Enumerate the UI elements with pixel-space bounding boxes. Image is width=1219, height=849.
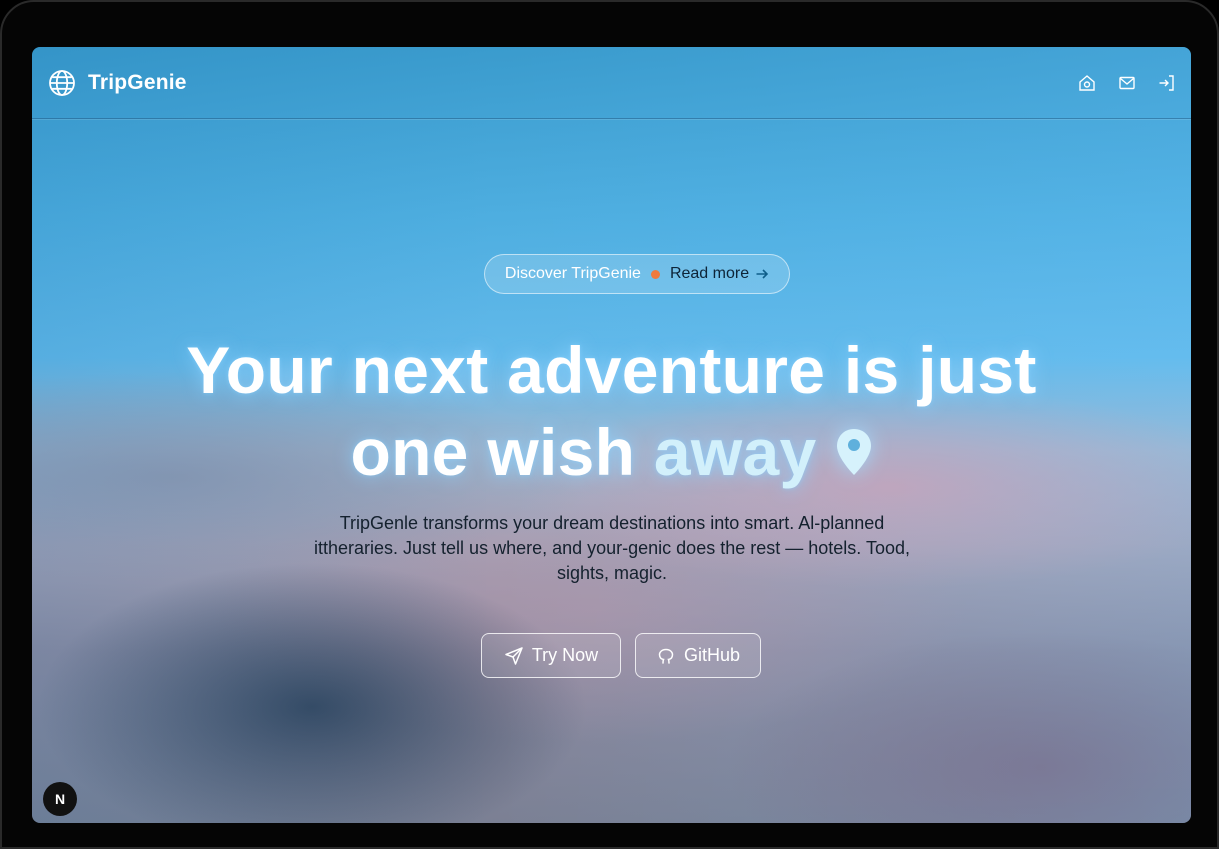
hero-title-line2: one wish away	[350, 411, 872, 493]
map-pin-icon	[836, 429, 871, 475]
n-badge[interactable]: N	[43, 782, 77, 816]
brand-name: TripGenie	[88, 70, 187, 94]
github-icon	[658, 648, 674, 664]
hero-title-main: one wish	[350, 415, 636, 489]
announcement-label: Discover TripGenie	[504, 265, 641, 282]
read-more-link[interactable]: Read more	[670, 265, 769, 283]
arrow-right-icon	[756, 269, 769, 279]
hero-subtitle: TripGenle transforms your dream destinat…	[314, 513, 910, 583]
github-button[interactable]: GitHub	[635, 633, 761, 678]
globe-icon	[49, 69, 75, 96]
hero-title: Your next adventure is just one wish awa…	[32, 329, 1191, 493]
status-dot	[650, 269, 660, 279]
try-now-button[interactable]: Try Now	[481, 633, 621, 678]
hero-title-line1: Your next adventure is just	[186, 333, 1037, 407]
nav-icons	[1077, 73, 1177, 93]
navbar: TripGenie	[32, 47, 1191, 119]
read-more-label: Read more	[669, 265, 750, 282]
sign-in-icon[interactable]	[1157, 73, 1177, 93]
send-icon	[505, 646, 523, 665]
mail-icon[interactable]	[1117, 73, 1137, 93]
github-label: GitHub	[683, 645, 741, 665]
announcement-pill[interactable]: Discover TripGenie Read more	[484, 254, 790, 294]
brand[interactable]: TripGenie	[48, 69, 187, 97]
home-icon[interactable]	[1077, 73, 1097, 93]
try-now-label: Try Now	[531, 645, 599, 665]
cta-row: Try Now GitHub	[481, 633, 761, 678]
app-screen: TripGenie Discover TripGenie Read more Y…	[32, 47, 1191, 823]
hero-title-accent: away	[653, 415, 817, 489]
